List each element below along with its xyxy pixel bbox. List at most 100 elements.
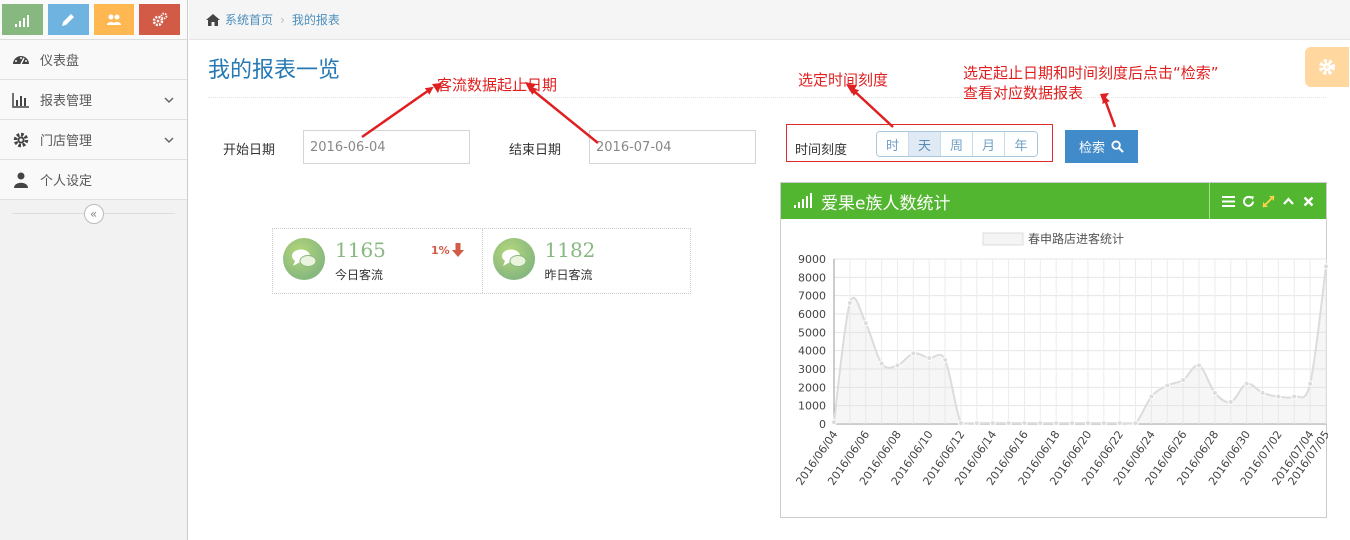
widget-header: 爱果e族人数统计 <box>781 183 1326 219</box>
chart-series <box>831 263 1328 427</box>
traffic-line-chart: 春申路店进客统计 0 1000 2000 3000 4000 5000 6000 7000 80… <box>793 231 1328 488</box>
data-point <box>1211 389 1218 396</box>
breadcrumb-separator: › <box>280 12 285 27</box>
shortcut-edit-button[interactable] <box>47 4 89 35</box>
comments-icon <box>492 238 535 280</box>
data-point <box>878 360 885 367</box>
sidebar-item-label: 报表管理 <box>40 94 93 109</box>
sidebar-item-profile[interactable]: 个人设定 <box>0 160 187 200</box>
chart-widget: 爱果e族人数统计 春申路店进客统计 0 1000 2000 3000 4000 5000 6… <box>780 182 1328 518</box>
refresh-icon[interactable] <box>1240 193 1256 209</box>
traffic-stats: 1165 今日客流 1% 1182 昨日客流 <box>272 228 691 294</box>
bar-chart-icon <box>10 91 32 109</box>
scale-option-week[interactable]: 周 <box>941 132 973 156</box>
user-icon <box>10 171 32 189</box>
gear-icon <box>1319 59 1335 75</box>
breadcrumb-home-link[interactable]: 系统首页 <box>225 11 273 28</box>
comments-icon <box>283 238 325 280</box>
group-icon <box>106 14 121 25</box>
sidebar-item-reports[interactable]: 报表管理 <box>0 80 187 120</box>
time-scale-label: 时间刻度 <box>795 143 848 158</box>
signal-icon <box>15 14 30 27</box>
arrow-to-search <box>1102 95 1117 128</box>
data-point <box>1148 393 1155 400</box>
data-point <box>989 420 996 427</box>
chevron-down-icon <box>164 137 174 144</box>
data-point <box>1275 393 1282 400</box>
scale-option-day[interactable]: 天 <box>909 132 941 156</box>
stat-yesterday-label: 昨日客流 <box>544 268 593 282</box>
gear-icon <box>10 131 32 149</box>
data-point <box>846 300 853 306</box>
y-tick-label: 5000 <box>798 326 826 339</box>
sidebar-item-stores[interactable]: 门店管理 <box>0 120 187 160</box>
shortcut-bar <box>0 0 187 40</box>
end-date-input[interactable] <box>589 130 756 164</box>
close-icon[interactable] <box>1300 193 1316 209</box>
title-divider <box>208 97 1326 98</box>
shortcut-stats-button[interactable] <box>2 4 43 35</box>
data-point <box>1132 420 1139 427</box>
scale-option-year[interactable]: 年 <box>1005 132 1037 156</box>
cogs-icon <box>152 12 168 26</box>
sidebar-item-label: 个人设定 <box>40 174 93 189</box>
search-icon <box>1111 140 1124 153</box>
scale-option-month[interactable]: 月 <box>973 132 1005 156</box>
stat-yesterday-value: 1182 <box>544 238 596 262</box>
start-date-input[interactable] <box>303 130 470 164</box>
chart-legend: 春申路店进客统计 <box>982 231 1124 246</box>
data-point <box>1053 420 1060 427</box>
dashboard-icon <box>10 51 32 69</box>
chevron-up-icon[interactable] <box>1280 193 1296 209</box>
ace-settings-button[interactable] <box>1305 47 1349 87</box>
data-point <box>1116 420 1123 427</box>
shortcut-users-button[interactable] <box>93 4 135 35</box>
search-button[interactable]: 检索 <box>1065 130 1138 163</box>
menu-icon[interactable] <box>1220 193 1236 209</box>
stat-today-label: 今日客流 <box>335 268 384 282</box>
stat-today-value: 1165 <box>335 238 386 262</box>
y-tick-label: 7000 <box>798 290 826 303</box>
time-scale-group: 时间刻度 时 天 周 月 年 <box>786 124 1053 162</box>
breadcrumb: 系统首页 › 我的报表 <box>189 0 1350 40</box>
annotation-search-line2: 查看对应数据报表 <box>963 84 1084 102</box>
sidebar-item-dashboard[interactable]: 仪表盘 <box>0 40 187 80</box>
sidebar-item-label: 仪表盘 <box>40 54 80 69</box>
y-tick-label: 2000 <box>798 381 826 394</box>
collapse-sidebar-button[interactable]: « <box>83 204 104 224</box>
y-tick-label: 9000 <box>798 253 826 266</box>
chevron-down-icon <box>164 97 174 104</box>
x-axis: 2016/06/042016/06/062016/06/082016/06/10… <box>793 428 1328 487</box>
sidebar: 仪表盘 报表管理 门店管理 个人设定 « <box>0 0 188 540</box>
data-point <box>1021 420 1028 427</box>
data-point <box>957 420 964 427</box>
arrow-down-icon <box>451 243 464 257</box>
shortcut-settings-button[interactable] <box>139 4 180 35</box>
series-area <box>834 266 1326 424</box>
page-title: 我的报表一览 <box>208 58 341 83</box>
end-date-label: 结束日期 <box>509 143 562 158</box>
data-point <box>1196 362 1203 369</box>
stat-today: 1165 今日客流 1% <box>273 229 482 293</box>
data-point <box>1084 420 1091 427</box>
y-tick-label: 6000 <box>798 308 826 321</box>
annotation-search-line1: 选定起止日期和时间刻度后点击“检索” <box>963 64 1219 82</box>
data-point <box>1227 399 1234 405</box>
data-point <box>1100 420 1107 427</box>
stat-yesterday: 1182 昨日客流 <box>481 229 691 293</box>
data-point <box>1243 380 1250 387</box>
breadcrumb-current[interactable]: 我的报表 <box>292 11 340 28</box>
y-tick-label: 3000 <box>798 363 826 376</box>
data-point <box>1291 393 1298 400</box>
stat-today-change: 1% <box>431 243 464 257</box>
data-point <box>1259 389 1266 396</box>
pencil-icon <box>62 13 75 26</box>
data-point <box>1180 377 1187 383</box>
home-icon <box>206 13 220 26</box>
scale-option-hour[interactable]: 时 <box>877 132 909 156</box>
fullscreen-icon[interactable] <box>1260 193 1276 209</box>
data-point <box>910 350 917 357</box>
data-point <box>1069 420 1076 427</box>
data-point <box>926 355 933 361</box>
data-point <box>1005 420 1012 427</box>
